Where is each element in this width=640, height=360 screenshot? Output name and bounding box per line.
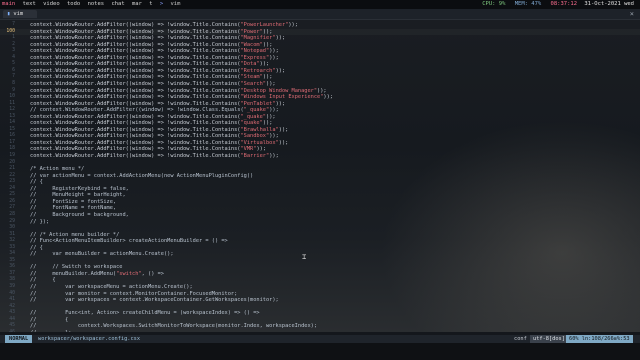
system-status-bar: main text video todo notes chat mar t > … [0,0,640,9]
close-window-icon[interactable]: × [630,9,634,19]
workspace-todo[interactable]: todo [67,1,80,7]
terminal-tab-bar: ▮ vim × [0,9,640,20]
clock-date: 31-Oct-2021 wed [584,1,634,7]
workspace-video[interactable]: video [43,1,60,7]
terminal-icon: ▮ [7,11,11,17]
workspace-mar[interactable]: mar [132,1,142,7]
file-path: workspacer/workspacer.config.csx [38,336,141,342]
workspace-chat[interactable]: chat [111,1,124,7]
system-stats: CPU: 9% MEM: 47% 08:37:12 31-Oct-2021 we… [482,0,634,9]
workspace-main[interactable]: main [2,1,15,7]
workspace-list: main text video todo notes chat mar t > … [2,0,184,9]
command-line[interactable] [0,343,640,360]
vim-status-line: NORMAL workspacer/workspacer.config.csx … [0,335,640,343]
mouse-cursor-icon: ⌶ [302,253,307,261]
file-type: conf [514,336,527,342]
tab-vim[interactable]: ▮ vim [3,10,38,18]
workspace-notes[interactable]: notes [88,1,105,7]
workspace-text[interactable]: text [23,1,36,7]
focused-window-title: vim [170,1,181,7]
workspace-t[interactable]: t [149,1,152,7]
tab-label: vim [13,11,24,17]
editor-buffer[interactable]: 7 context.WindowRouter.AddFilter((window)… [0,20,640,332]
line-code: // }; [30,330,71,332]
line-number: 46 [0,330,15,332]
code-line: 46 // }; [0,330,640,332]
workspace-separator: > [159,1,164,7]
clock-time: 08:37:12 [550,1,578,7]
cpu-usage: CPU: 9% [482,1,506,7]
file-encoding: utf-8[dos] [530,335,568,343]
cursor-position: 60% ln:108/266≡%:53 [566,335,633,343]
mode-indicator: NORMAL [5,335,33,343]
memory-usage: MEM: 47% [514,1,542,7]
